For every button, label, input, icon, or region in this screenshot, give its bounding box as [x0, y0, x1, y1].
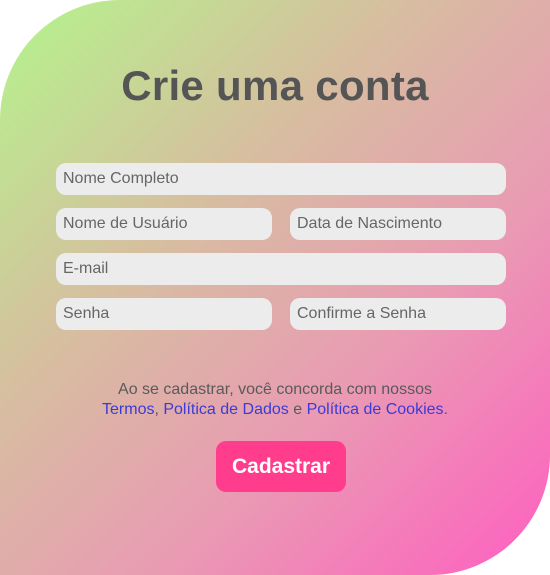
page-title: Crie uma conta: [121, 62, 429, 109]
terms-links-line: Termos, Política de Dados e Política de …: [0, 400, 550, 420]
password-input[interactable]: [56, 298, 272, 330]
terms-notice: Ao se cadastrar, você concorda com nosso…: [0, 380, 550, 420]
full-name-input[interactable]: [56, 163, 506, 195]
terms-separator: e: [288, 401, 307, 418]
register-button[interactable]: Cadastrar: [216, 441, 346, 492]
username-input[interactable]: [56, 208, 272, 240]
terms-intro: Ao se cadastrar, você concorda com nosso…: [118, 381, 432, 398]
cookie-policy-link[interactable]: Política de Cookies: [307, 401, 444, 418]
terms-link[interactable]: Termos: [102, 401, 154, 418]
email-input[interactable]: [56, 253, 506, 285]
terms-period: .: [443, 401, 448, 418]
confirm-password-input[interactable]: [290, 298, 506, 330]
data-policy-link[interactable]: Política de Dados: [163, 401, 288, 418]
signup-card: Crie uma conta Ao se cadastrar, você con…: [0, 0, 550, 575]
birth-date-input[interactable]: [290, 208, 506, 240]
